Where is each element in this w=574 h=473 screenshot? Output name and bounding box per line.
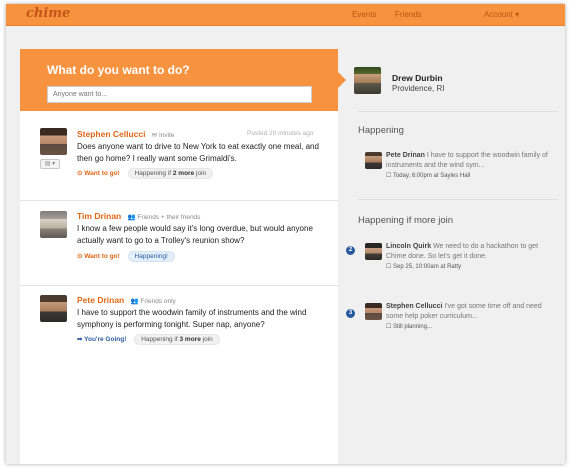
pill-suffix: join: [200, 336, 213, 343]
feed-post: Pete Drinan 👥 Friends only I have to sup…: [20, 286, 338, 366]
divider: [358, 199, 558, 200]
pill-count: 3 more: [179, 336, 201, 343]
post-visibility: 👥 Friends only: [130, 298, 176, 305]
event-description: Pete Drinan I have to support the woodwi…: [386, 151, 551, 171]
status-pill: Happening if 3 more join: [134, 334, 220, 345]
composer-title: What do you want to do?: [47, 63, 190, 77]
profile-name[interactable]: Drew Durbin: [392, 73, 443, 83]
want-to-go-button[interactable]: ⊙ Want to go!: [77, 253, 120, 260]
post-author[interactable]: Stephen Cellucci: [77, 129, 146, 139]
post-header: Pete Drinan 👥 Friends only: [77, 295, 176, 305]
happening-heading: Happening: [358, 125, 404, 136]
avatar[interactable]: [40, 128, 67, 155]
profile-location: Providence, RI: [392, 84, 445, 93]
event-host: Pete Drinan: [386, 152, 425, 159]
feed-post: Tim Drinan 👥 Friends + their friends I k…: [20, 201, 338, 286]
status-pill: Happening!: [127, 251, 175, 262]
want-to-go-button[interactable]: ⊙ Want to go!: [77, 170, 120, 177]
divider: [358, 111, 558, 112]
avatar: [365, 303, 382, 320]
post-visibility: ✉ Invite: [151, 132, 175, 139]
app-window: chime Events Friends Account ▾ What do y…: [6, 4, 565, 464]
post-header: Stephen Cellucci ✉ Invite: [77, 129, 175, 139]
nav-events[interactable]: Events: [352, 10, 376, 19]
event-status: ☐ Still planning...: [386, 324, 433, 330]
join-count-badge: 3: [346, 309, 355, 318]
post-composer: What do you want to do?: [20, 49, 338, 111]
composer-input[interactable]: [47, 86, 312, 103]
pill-prefix: Happening if: [141, 336, 180, 343]
feed-post: ▤ ▾ Stephen Cellucci ✉ Invite Posted 20 …: [20, 121, 338, 201]
avatar[interactable]: [40, 295, 67, 322]
pill-prefix: Happening if: [134, 170, 173, 177]
post-header: Tim Drinan 👥 Friends + their friends: [77, 211, 200, 221]
post-author[interactable]: Pete Drinan: [77, 295, 124, 305]
post-text: I know a few people would say it's long …: [77, 224, 313, 245]
post-text: Does anyone want to drive to New York to…: [77, 142, 319, 163]
post-actions: ➡ You're Going! Happening if 3 more join: [77, 334, 220, 345]
post-actions: ⊙ Want to go! Happening!: [77, 251, 175, 262]
avatar-menu-toggle[interactable]: ▤ ▾: [40, 159, 60, 169]
chime-logo[interactable]: chime: [26, 6, 70, 21]
youre-going-button[interactable]: ➡ You're Going!: [77, 336, 126, 343]
event-time-location: ☐ Today, 6:00pm at Sayles Hall: [386, 173, 471, 179]
event-host: Lincoln Quirk: [386, 243, 432, 250]
avatar: [365, 152, 382, 169]
event-host: Stephen Cellucci: [386, 303, 443, 310]
status-pill: Happening if 2 more join: [127, 168, 214, 179]
event-description: Lincoln Quirk We need to do a hackathon …: [386, 242, 551, 262]
pill-count: 2 more: [172, 170, 195, 177]
profile-avatar[interactable]: [354, 67, 381, 94]
nav-account-menu[interactable]: Account ▾: [484, 10, 519, 19]
post-text: I have to support the woodwin family of …: [77, 308, 307, 329]
event-description: Stephen Cellucci I've got some time off …: [386, 302, 551, 322]
avatar: [365, 243, 382, 260]
event-time-location: ☐ Sep 25, 10:00am at Ratty: [386, 264, 462, 270]
post-timestamp: Posted 20 minutes ago: [247, 130, 314, 137]
post-author[interactable]: Tim Drinan: [77, 211, 121, 221]
sidebar: Drew Durbin Providence, RI Happening Pet…: [338, 49, 565, 464]
post-actions: ⊙ Want to go! Happening if 2 more join: [77, 168, 214, 179]
top-bar: chime Events Friends Account ▾: [6, 4, 565, 26]
pill-suffix: join: [194, 170, 207, 177]
main-feed: What do you want to do? ▤ ▾ Stephen Cell…: [20, 49, 346, 464]
more-join-heading: Happening if more join: [358, 215, 454, 226]
post-visibility: 👥 Friends + their friends: [127, 214, 201, 221]
join-count-badge: 2: [346, 246, 355, 255]
nav-friends[interactable]: Friends: [395, 10, 422, 19]
avatar[interactable]: [40, 211, 67, 238]
